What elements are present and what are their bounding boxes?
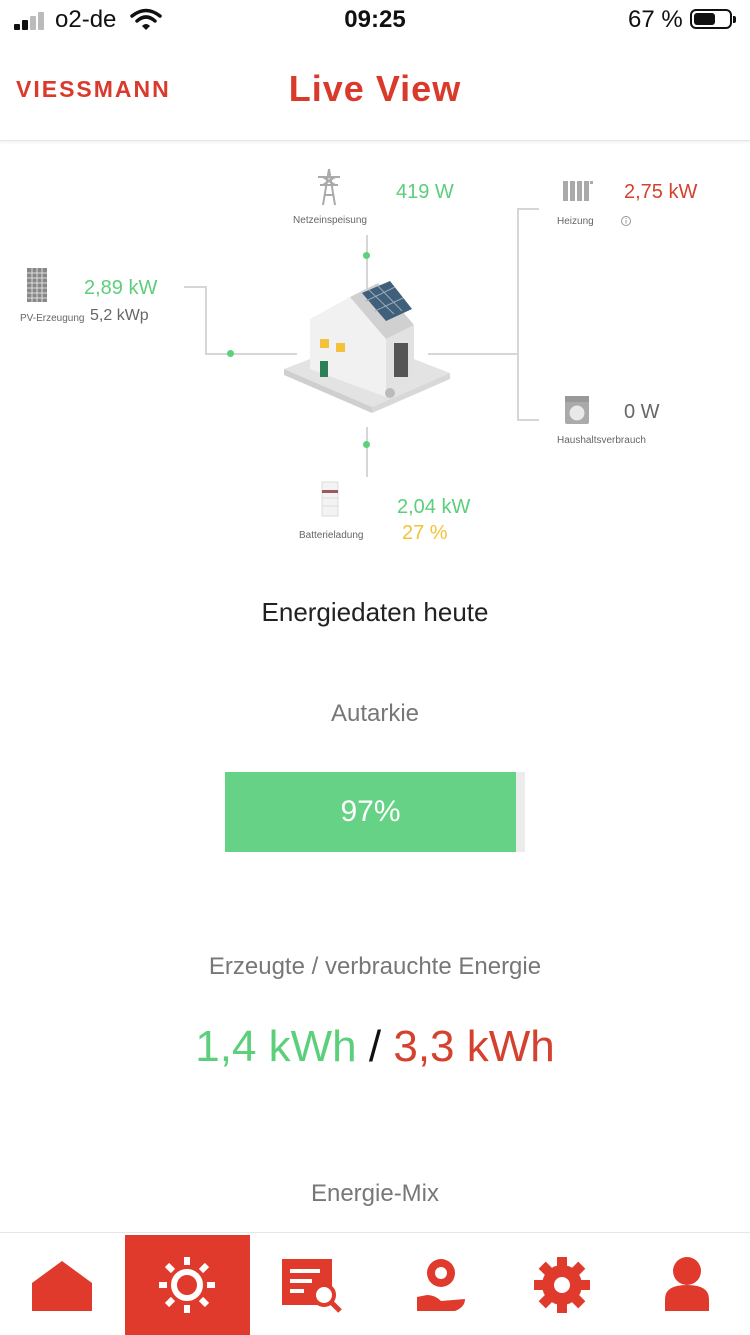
pv-label: PV-Erzeugung — [20, 313, 85, 324]
autarky-progress-bar: 97% — [225, 772, 525, 852]
nav-savings[interactable] — [375, 1235, 500, 1335]
energy-mix-label: Energie-Mix — [310, 1180, 440, 1207]
pv-peak: 5,2 kWp — [90, 307, 149, 324]
house-illustration — [284, 281, 450, 413]
energy-separator: / — [368, 1022, 382, 1071]
consumed-energy: 3,3 kWh — [393, 1022, 555, 1071]
connector-battery — [366, 427, 368, 477]
power-pylon-icon — [318, 168, 340, 206]
autarky-value: 97% — [340, 795, 401, 828]
radiator-icon — [563, 181, 593, 201]
home-icon — [32, 1261, 92, 1311]
autarky-label: Autarkie — [330, 700, 420, 727]
battery-icon — [690, 9, 736, 29]
flow-dot — [363, 252, 370, 259]
energy-summary: 1,4 kWh / 3,3 kWh — [0, 1022, 750, 1072]
battery-label: Batterieladung — [299, 530, 364, 541]
bottom-navigation — [0, 1232, 750, 1335]
connector-pv-v — [205, 286, 207, 354]
sun-icon — [159, 1257, 215, 1313]
grid-label: Netzeinspeisung — [293, 215, 367, 226]
hand-coin-icon — [417, 1259, 465, 1311]
household-label: Haushaltsverbrauch — [557, 435, 646, 446]
pv-value: 2,89 kW — [84, 277, 158, 299]
user-icon — [665, 1257, 709, 1311]
energy-today-title: Energiedaten heute — [261, 597, 489, 627]
nav-settings[interactable] — [500, 1235, 625, 1335]
solar-panel-icon — [27, 268, 47, 302]
battery-percent-value: 27 % — [402, 522, 448, 544]
connector-household — [517, 419, 539, 421]
info-icon[interactable] — [620, 215, 632, 227]
flow-dot — [227, 350, 234, 357]
flow-dot — [363, 441, 370, 448]
energy-flow-diagram: Netzeinspeisung 419 W Heizung 2,75 kW PV… — [0, 141, 750, 561]
washing-machine-icon — [565, 396, 589, 424]
nav-live-view[interactable] — [125, 1235, 250, 1335]
battery-percent: 67 % — [628, 6, 683, 33]
heating-value: 2,75 kW — [624, 181, 698, 203]
page-title: Live View — [288, 68, 462, 109]
connector-pv-h1 — [184, 286, 206, 288]
gear-icon — [534, 1257, 590, 1313]
household-value: 0 W — [624, 401, 660, 423]
produced-energy: 1,4 kWh — [195, 1022, 357, 1071]
grid-value: 419 W — [396, 181, 454, 203]
nav-profile[interactable] — [625, 1235, 750, 1335]
heating-label: Heizung — [557, 216, 594, 227]
app-header: VIESSMANN Live View — [0, 40, 750, 141]
connector-heating — [517, 208, 539, 210]
connector-right-v — [517, 208, 519, 420]
status-bar: o2-de 09:25 67 % — [0, 0, 750, 40]
battery-storage-icon — [321, 481, 339, 517]
search-list-icon — [282, 1259, 342, 1313]
nav-analysis[interactable] — [250, 1235, 375, 1335]
nav-home[interactable] — [0, 1235, 125, 1335]
energy-label: Erzeugte / verbrauchte Energie — [208, 953, 542, 980]
battery-value: 2,04 kW — [397, 496, 471, 518]
